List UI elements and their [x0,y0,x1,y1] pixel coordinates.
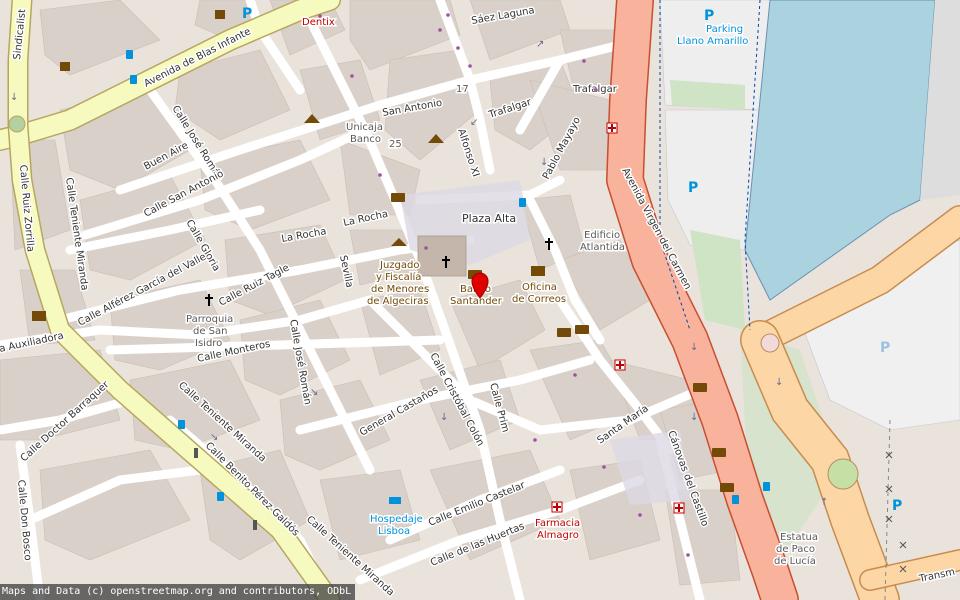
pharmacy-icon [606,122,618,134]
parroquia-label-2: de San [193,326,228,337]
estatua-label-3: de Lucía [774,555,816,567]
roundabout-west [8,115,26,133]
pharmacy-icon [614,359,626,371]
edificio-label-2: Atlantida [580,242,625,253]
hospedaje-label: Hospedaje [370,514,423,525]
parking-icon: P [704,8,714,24]
bank-icon [720,483,734,492]
farmacia-label: Farmacia [535,518,580,529]
oneway-arrow-icon: ↑ [820,497,828,508]
post-office-icon [32,311,46,321]
plaza-alta-label: Plaza Alta [462,212,516,225]
estatua-label-2: de Paco [776,544,815,555]
oneway-arrow-icon: ↓ [775,377,783,388]
post-office-icon [531,266,545,276]
juzgado-label-4: de Algeciras [367,296,429,307]
parking-icon: P [688,180,698,196]
dentix-label: Dentix [302,17,335,28]
map-attribution: Maps and Data (c) openstreetmap.org and … [0,584,356,600]
parking-icon: P [892,498,902,514]
hospedaje-label-2: Lisboa [378,526,410,537]
juzgado-label: Juzgado [379,260,419,271]
oneway-arrow-icon: ↓ [440,412,448,423]
bank-icon [391,193,405,202]
pharmacy-icon [551,501,563,513]
parking-label: Parking [706,24,743,35]
bus-stop-icon [519,198,526,207]
juzgado-label-3: de Menores [371,284,429,295]
hotel-icon [389,497,401,504]
farmacia-label-2: Almagro [537,530,579,541]
house-number: 25 [389,139,402,150]
correos-label: Oficina [522,282,557,293]
map-canvas[interactable]: ↗ ↙ ↓ ↘ ↓ ↓ ↓ ↑ ↓ ↓ ↘ Avenida de Blas In… [0,0,960,600]
bus-stop-icon [732,495,739,504]
oneway-arrow-icon: ↙ [470,117,478,128]
bank-icon [712,448,726,457]
parroquia-label: Parroquia [186,314,233,325]
oneway-arrow-icon: ↓ [690,412,698,423]
pharmacy-icon [673,502,685,514]
bus-stop-icon [130,75,137,84]
oneway-arrow-icon: ↗ [536,39,544,50]
bank-icon [575,325,589,334]
parking-label-2: Llano Amarillo [677,36,748,47]
house-number: 17 [456,84,469,95]
bank-icon [693,383,707,392]
bank-icon [557,328,571,337]
oneway-arrow-icon: ↓ [10,92,18,103]
fuel-icon [60,62,70,71]
unicaja-label-2: Banco [350,134,381,145]
bus-stop-icon [763,482,770,491]
parking-icon: P [880,340,890,356]
church-footprint [417,235,467,277]
roundabout-north-island [760,333,780,353]
oneway-arrow-icon: ↓ [690,342,698,353]
parroquia-label-3: Isidro [195,338,222,349]
parking-icon: P [242,6,252,22]
banco-label-2: Santander [450,296,503,307]
unicaja-label: Unicaja [346,122,383,133]
traffic-signal-icon [194,448,198,458]
juzgado-label-2: y Fiscalía [376,271,421,283]
estatua-label: Estatua [780,532,818,543]
bus-stop-icon [217,492,224,501]
bus-stop-icon [126,50,133,59]
edificio-label: Edificio [584,230,620,241]
correos-label-2: de Correos [512,294,566,305]
traffic-signal-icon [253,520,257,530]
roundabout-south-island [827,458,859,490]
bus-stop-icon [178,420,185,429]
shop-icon [215,10,225,19]
